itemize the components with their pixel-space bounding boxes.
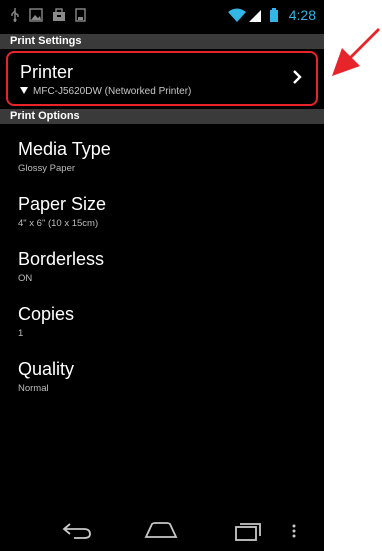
printer-setting-row[interactable]: Printer MFC-J5620DW (Networked Printer) [6,51,318,106]
option-title: Copies [18,304,75,324]
option-paper-size[interactable]: Paper Size 4" x 6" (10 x 15cm) [18,194,308,229]
option-value: Normal [18,383,49,394]
chevron-right-icon [292,69,302,89]
image-icon [29,7,43,22]
option-media-type[interactable]: Media Type Glossy Paper [18,139,308,174]
briefcase-icon [52,7,66,22]
phone-screen: 4:28 Print Settings Printer MFC-J5620DW … [0,0,324,551]
status-bar: 4:28 [0,0,324,29]
pointer-arrow-icon [328,26,382,86]
option-copies[interactable]: Copies 1 [18,304,308,339]
wifi-icon [227,8,246,22]
option-quality[interactable]: Quality Normal [18,359,308,394]
option-title: Paper Size [18,194,107,214]
sd-card-icon [75,7,86,22]
usb-icon [10,7,20,22]
printer-title: Printer [20,62,74,82]
navigation-bar [0,509,324,551]
printer-name: MFC-J5620DW (Networked Printer) [33,86,192,97]
option-value: 4" x 6" (10 x 15cm) [18,218,99,229]
option-value: 1 [18,328,24,339]
overflow-menu-icon[interactable] [292,523,296,542]
section-header-print-settings: Print Settings [0,34,324,49]
home-icon[interactable] [144,521,178,543]
option-value: Glossy Paper [18,163,76,174]
option-borderless[interactable]: Borderless ON [18,249,308,284]
recent-apps-icon[interactable] [234,521,262,545]
status-time: 4:28 [288,6,316,23]
printer-value: MFC-J5620DW (Networked Printer) [20,86,191,97]
section-header-print-options: Print Options [0,109,324,124]
option-title: Borderless [18,249,105,269]
wifi-small-icon [20,86,28,97]
signal-icon [248,8,261,22]
battery-icon [269,7,278,22]
back-icon[interactable] [62,521,92,543]
option-title: Media Type [18,139,111,159]
option-value: ON [18,273,33,284]
option-title: Quality [18,359,75,379]
